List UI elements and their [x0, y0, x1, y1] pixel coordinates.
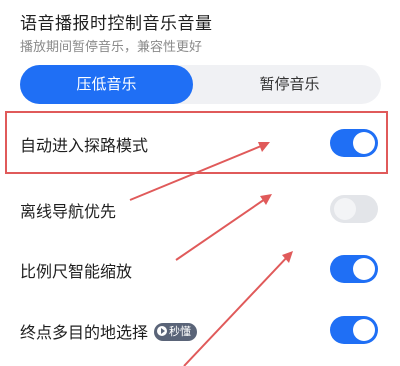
section-subtitle: 播放期间暂停音乐，兼容性更好 [20, 40, 203, 55]
setting-label-wrap: 终点多目的地选择 秒懂 [20, 319, 198, 343]
music-volume-segmented-control: 压低音乐 暂停音乐 [20, 65, 381, 104]
toggle-knob [353, 258, 375, 280]
setting-label: 离线导航优先 [20, 202, 117, 221]
video-tip-badge[interactable]: 秒懂 [154, 322, 198, 341]
toggle-knob [353, 319, 375, 341]
lower-music-option[interactable]: 压低音乐 [20, 65, 193, 104]
setting-label: 比例尺智能缩放 [20, 262, 133, 281]
setting-label: 终点多目的地选择 [20, 323, 149, 342]
setting-row-multi-destination: 终点多目的地选择 秒懂 [0, 301, 400, 359]
pause-music-option[interactable]: 暂停音乐 [198, 65, 381, 104]
setting-row-smart-scale: 比例尺智能缩放 [0, 240, 400, 298]
setting-row-offline-nav: 离线导航优先 [0, 180, 400, 238]
section-title: 语音播报时控制音乐音量 [20, 14, 213, 34]
settings-panel: 语音播报时控制音乐音量 播放期间暂停音乐，兼容性更好 压低音乐 暂停音乐 自动进… [0, 0, 400, 366]
highlight-box [5, 111, 388, 174]
smart-scale-toggle[interactable] [330, 255, 378, 283]
multi-destination-toggle[interactable] [330, 316, 378, 344]
offline-nav-toggle[interactable] [330, 195, 378, 223]
play-icon [157, 325, 168, 336]
toggle-knob [334, 198, 356, 220]
badge-label: 秒懂 [169, 324, 192, 338]
